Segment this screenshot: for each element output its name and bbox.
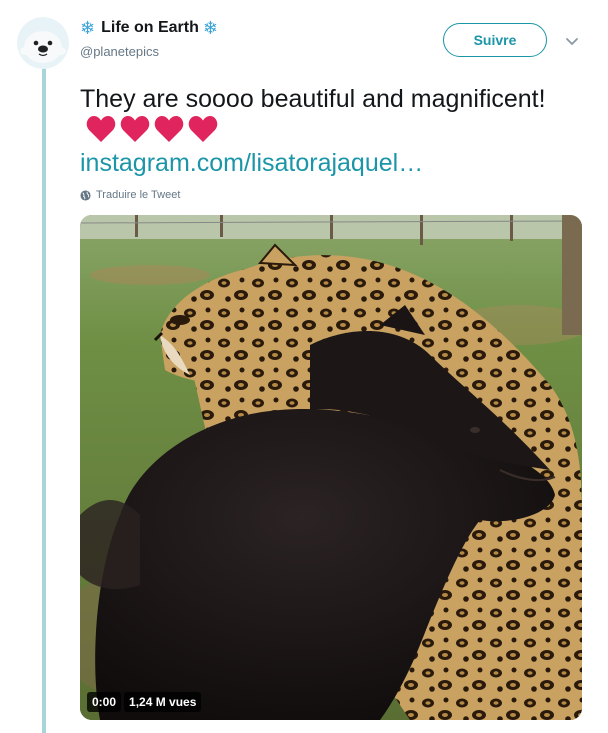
tweet-text: They are soooo beautiful and magnificent… xyxy=(80,84,580,147)
heart-emoji-group xyxy=(86,115,218,143)
heart-icon xyxy=(120,116,150,142)
video-frame xyxy=(80,215,582,720)
tweet-link[interactable]: instagram.com/lisatorajaquel… xyxy=(80,148,423,179)
follow-button[interactable]: Suivre xyxy=(443,23,547,57)
video-player[interactable]: 0:00 1,24 M vues xyxy=(80,215,582,720)
snowflake-icon: ❄ xyxy=(202,18,218,38)
translate-tweet[interactable]: Traduire le Tweet xyxy=(80,189,180,201)
video-timestamp: 0:00 xyxy=(87,692,122,712)
heart-icon xyxy=(154,116,184,142)
tweet-body: They are soooo beautiful and magnificent… xyxy=(80,85,546,113)
author-name[interactable]: Life on Earth xyxy=(101,19,199,37)
chevron-down-icon[interactable] xyxy=(565,34,579,48)
thread-line xyxy=(42,68,46,733)
video-info-badges: 0:00 1,24 M vues xyxy=(87,692,202,712)
author-handle[interactable]: @planetepics xyxy=(80,44,159,59)
author-name-row[interactable]: ❄ Life on Earth ❄ xyxy=(80,19,222,37)
avatar[interactable] xyxy=(17,17,69,69)
heart-icon xyxy=(86,116,116,142)
translate-label[interactable]: Traduire le Tweet xyxy=(96,189,180,201)
snowflake-icon: ❄ xyxy=(80,18,96,38)
heart-icon xyxy=(188,116,218,142)
video-view-count: 1,24 M vues xyxy=(124,692,202,712)
globe-icon xyxy=(80,189,91,201)
